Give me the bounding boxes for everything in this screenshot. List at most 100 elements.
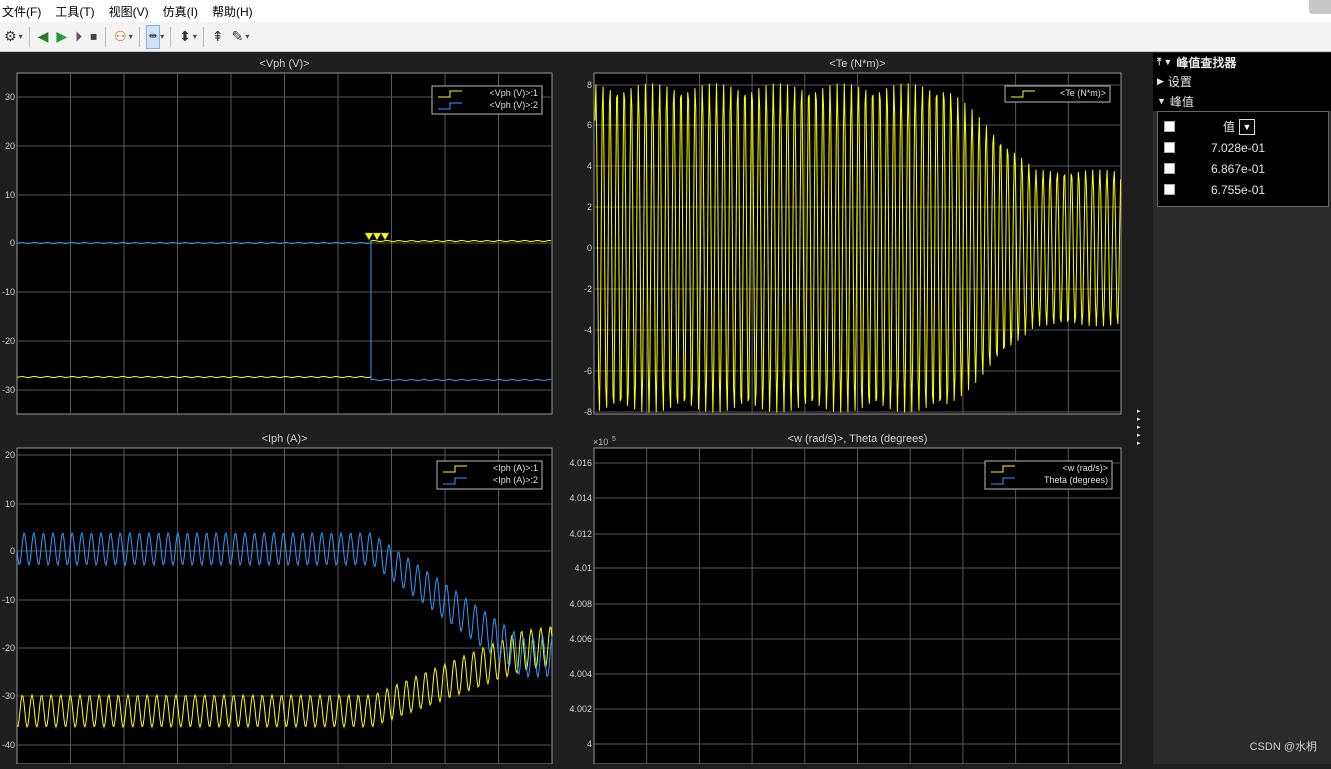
w-exponent-power: 5 [612, 436, 616, 443]
settings-gear-icon[interactable]: ⚙ [2, 25, 19, 49]
peak-checkbox[interactable] [1164, 184, 1175, 195]
vph-title: <Vph (V)> [259, 58, 309, 70]
peak-finder-header: ⤒ ▼ 峰值查找器 [1153, 53, 1331, 71]
te-ytick-label: 2 [587, 202, 592, 212]
menu-view[interactable]: 视图(V) [103, 3, 157, 20]
w-legend-label: <w (rad/s)> [1062, 463, 1108, 473]
watermark: CSDN @水枂 [1250, 738, 1317, 754]
iph-ytick-label: -20 [2, 643, 15, 653]
iph-ytick-label: -10 [2, 595, 15, 605]
settings-label: 设置 [1168, 73, 1192, 90]
menu-help[interactable]: 帮助(H) [206, 3, 261, 20]
vph-ytick-label: 30 [5, 92, 15, 102]
menu-bar: 文件(F) 工具(T) 视图(V) 仿真(I) 帮助(H) [0, 0, 1331, 22]
iph-legend-label: <Iph (A)>:2 [493, 475, 538, 485]
iph-ytick-label: 0 [10, 546, 15, 556]
iph-axes: <Iph (A)>20100-10-20-30-40<Iph (A)>:1<Ip… [2, 433, 552, 764]
vph-ytick-label: 0 [10, 238, 15, 248]
cursor-measure-icon[interactable]: ⇞ [210, 25, 226, 49]
menu-simulation[interactable]: 仿真(I) [157, 3, 206, 20]
window-corner-button[interactable] [1309, 0, 1331, 14]
peak-row: 7.028e-01 [1158, 137, 1328, 158]
w-title: <w (rad/s)>, Theta (degrees) [788, 433, 928, 445]
te-ytick-label: 8 [587, 80, 592, 90]
edit-icon[interactable]: ✎ [230, 25, 246, 49]
w-ytick-label: 4.01 [574, 563, 592, 573]
w-ytick-label: 4.016 [569, 458, 592, 468]
peak-value: 7.028e-01 [1211, 141, 1265, 155]
w-ytick-label: 4.002 [569, 704, 592, 714]
toolbar-separator [203, 27, 204, 47]
te-ytick-label: -2 [584, 284, 592, 294]
iph-title: <Iph (A)> [262, 433, 308, 445]
value-column-header: 值 [1223, 118, 1235, 135]
peaks-section[interactable]: ▼ 峰值 [1153, 91, 1331, 111]
select-all-checkbox[interactable] [1164, 121, 1175, 132]
w-ytick-label: 4 [587, 739, 592, 749]
te-ytick-label: 6 [587, 120, 592, 130]
expand-icon: ▶ [1157, 76, 1164, 87]
peak-row: 6.867e-01 [1158, 158, 1328, 179]
toolbar-separator [139, 27, 140, 47]
collapse-icon[interactable]: ▼ [1163, 57, 1172, 67]
peaks-label: 峰值 [1170, 93, 1194, 110]
te-ytick-label: -4 [584, 325, 592, 335]
toolbar-separator [170, 27, 171, 47]
signal-select-dropdown-icon[interactable]: ▾ [129, 32, 133, 41]
zoom-dropdown-icon[interactable]: ▾ [160, 32, 164, 41]
peak-value: 6.867e-01 [1211, 162, 1265, 176]
edit-dropdown-icon[interactable]: ▾ [245, 32, 249, 41]
vph-ytick-label: -10 [2, 287, 15, 297]
scale-axes-dropdown-icon[interactable]: ▾ [193, 32, 197, 41]
toolbar-separator [29, 27, 30, 47]
run-icon[interactable]: ▶ [54, 25, 69, 49]
te-ytick-label: -6 [584, 366, 592, 376]
te-ytick-label: -8 [584, 407, 592, 417]
te-ytick-label: 4 [587, 161, 592, 171]
vph-legend-label: <Vph (V)>:1 [489, 88, 538, 98]
collapse-icon: ▼ [1157, 96, 1166, 106]
w-ytick-label: 4.006 [569, 634, 592, 644]
step-back-icon[interactable]: ◀ [36, 25, 51, 49]
w-legend-label: Theta (degrees) [1044, 475, 1108, 485]
menu-tools[interactable]: 工具(T) [49, 3, 102, 20]
w-axes: <w (rad/s)>, Theta (degrees)4.0164.0144.… [569, 433, 1121, 764]
w-ytick-label: 4.004 [569, 669, 592, 679]
toolbar: ⚙▾ ◀ ▶ ⏵ ⏹ ⚇▾ ⇹▾ ⬍▾ ⇞ ✎▾ [0, 22, 1331, 52]
pin-icon[interactable]: ⤒ [1157, 57, 1161, 68]
signal-select-icon[interactable]: ⚇ [112, 25, 129, 49]
vph-legend-label: <Vph (V)>:2 [489, 100, 538, 110]
toolbar-separator [105, 27, 106, 47]
vph-ytick-label: 20 [5, 141, 15, 151]
zoom-icon[interactable]: ⇹ [146, 25, 160, 49]
peak-row: 6.755e-01 [1158, 179, 1328, 200]
sort-dropdown-icon[interactable]: ▼ [1239, 119, 1255, 135]
scope-plot-area: <Vph (V)>3020100-10-20-30<Vph (V)>:1<Vph… [0, 53, 1150, 764]
vph-axes: <Vph (V)>3020100-10-20-30<Vph (V)>:1<Vph… [2, 58, 552, 414]
te-axes: <Te (N*m)>86420-2-4-6-8<Te (N*m)> [584, 58, 1121, 417]
peak-table: 值 ▼ 7.028e-01 6.867e-01 6.755e-01 [1157, 111, 1329, 207]
stop-icon[interactable]: ⏹ [88, 25, 99, 49]
w-ytick-label: 4.012 [569, 529, 592, 539]
te-legend-label: <Te (N*m)> [1060, 88, 1106, 98]
step-forward-icon[interactable]: ⏵ [73, 25, 84, 49]
peak-value: 6.755e-01 [1211, 183, 1265, 197]
scale-axes-icon[interactable]: ⬍ [177, 25, 193, 49]
iph-ytick-label: 10 [5, 499, 15, 509]
iph-ytick-label: 20 [5, 450, 15, 460]
peak-finder-title: 峰值查找器 [1176, 54, 1236, 71]
settings-section[interactable]: ▶ 设置 [1153, 71, 1331, 91]
peak-checkbox[interactable] [1164, 163, 1175, 174]
peak-checkbox[interactable] [1164, 142, 1175, 153]
w-ytick-label: 4.008 [569, 599, 592, 609]
menu-file[interactable]: 文件(F) [0, 3, 49, 20]
peak-finder-panel: ⤒ ▼ 峰值查找器 ▶ 设置 ▼ 峰值 值 ▼ 7.028e-01 6.867e… [1153, 53, 1331, 764]
panel-splitter-handle[interactable]: ▸▸▸▸▸ [1137, 408, 1141, 448]
vph-ytick-label: 10 [5, 190, 15, 200]
vph-ytick-label: -20 [2, 336, 15, 346]
iph-ytick-label: -30 [2, 691, 15, 701]
w-ytick-label: 4.014 [569, 493, 592, 503]
te-ytick-label: 0 [587, 243, 592, 253]
scope-plots: <Vph (V)>3020100-10-20-30<Vph (V)>:1<Vph… [0, 53, 1150, 764]
settings-dropdown-icon[interactable]: ▾ [19, 32, 23, 41]
